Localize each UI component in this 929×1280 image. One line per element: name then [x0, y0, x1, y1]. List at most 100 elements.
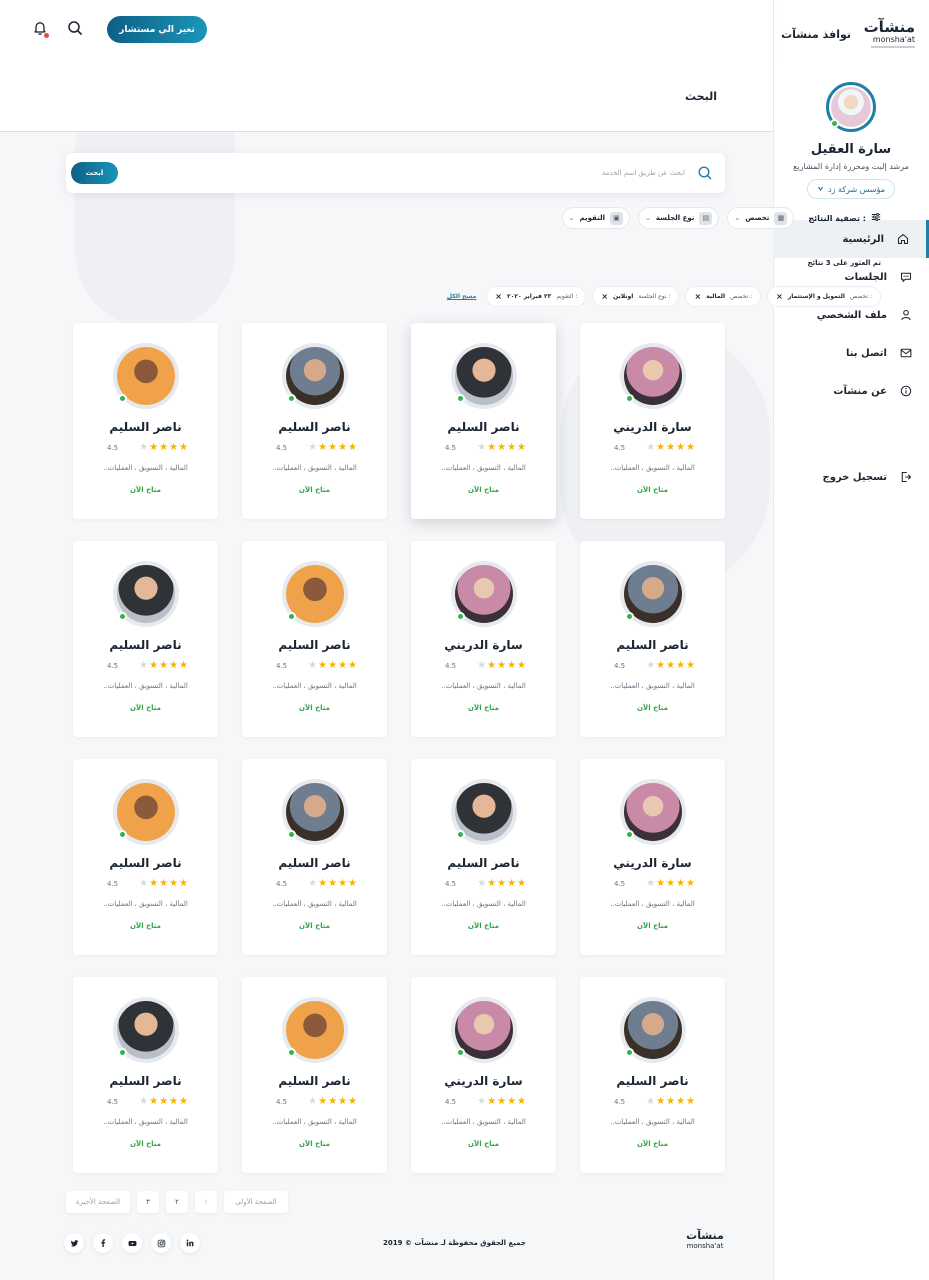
- mentor-name: سارة الدريني: [444, 638, 523, 652]
- avatar: [620, 561, 686, 627]
- mentor-card[interactable]: ناصر السليم ★ ★ ★ ★ ★ 4.5 المالية ، التسويق ، ا…: [73, 977, 218, 1173]
- star-icon: ★: [656, 1096, 666, 1107]
- page-button-2[interactable]: ٢: [166, 1191, 188, 1213]
- youtube-icon[interactable]: [122, 1233, 142, 1253]
- mentor-card[interactable]: ناصر السليم ★ ★ ★ ★ ★ 4.5 المالية ، التسويق ، ا…: [73, 759, 218, 955]
- switch-to-consultant-button[interactable]: تغير الي مستشار: [107, 16, 207, 43]
- twitter-icon[interactable]: [64, 1233, 84, 1253]
- avatar: [620, 997, 686, 1063]
- mentor-card[interactable]: ناصر السليم ★ ★ ★ ★ ★ 4.5 المالية ، التسويق ، ا…: [242, 541, 387, 737]
- mentor-card[interactable]: ناصر السليم ★ ★ ★ ★ ★ 4.5 المالية ، التسويق ، ا…: [242, 759, 387, 955]
- filter-session-type[interactable]: ▤ نوع الجلسة ⌄: [637, 207, 720, 229]
- first-page-button[interactable]: الصفحة الأولى: [224, 1191, 288, 1213]
- clear-all-filters-link[interactable]: مسح الكل: [447, 293, 476, 300]
- star-icon: ★: [676, 878, 686, 889]
- star-icon: ★: [517, 878, 526, 889]
- availability-status: متاح الآن: [299, 922, 330, 930]
- star-icon: ★: [477, 660, 487, 671]
- star-icon: ★: [169, 878, 179, 889]
- page-button-3[interactable]: ٣: [137, 1191, 159, 1213]
- star-icon: ★: [517, 660, 526, 671]
- rating-value: 4.5: [614, 1098, 626, 1106]
- mentor-card[interactable]: ناصر السليم ★ ★ ★ ★ ★ 4.5 المالية ، التسويق ، ا…: [242, 323, 387, 519]
- star-icon: ★: [656, 878, 666, 889]
- mentor-card[interactable]: ناصر السليم ★ ★ ★ ★ ★ 4.5 المالية ، التسويق ، ا…: [73, 323, 218, 519]
- logout-button[interactable]: تسجيل خروج: [773, 458, 929, 496]
- mentor-card[interactable]: سارة الدريني ★ ★ ★ ★ ★ 4.5 المالية ، التسويق ، …: [580, 759, 725, 955]
- star-icon: ★: [149, 1096, 159, 1107]
- mentor-card[interactable]: سارة الدريني ★ ★ ★ ★ ★ 4.5 المالية ، التسويق ، …: [580, 323, 725, 519]
- star-icon: ★: [646, 442, 656, 453]
- mentor-card[interactable]: سارة الدريني ★ ★ ★ ★ ★ 4.5 المالية ، التسويق ، …: [411, 977, 556, 1173]
- availability-status: متاح الآن: [299, 704, 330, 712]
- logo-arabic: منشآت: [863, 18, 915, 36]
- last-page-button[interactable]: الصفحة الأخيرة: [66, 1191, 130, 1213]
- mentor-card[interactable]: ناصر السليم ★ ★ ★ ★ ★ 4.5 المالية ، التسويق ، ا…: [411, 323, 556, 519]
- star-icon: ★: [666, 660, 676, 671]
- rating: ★ ★ ★ ★ ★ 4.5: [614, 660, 695, 672]
- profile-card: سارة العقيل مرشد إلبت ومحررة إدارة المشا…: [773, 82, 929, 199]
- close-icon[interactable]: ×: [776, 292, 783, 301]
- mail-icon: [899, 346, 913, 360]
- mentor-specialties: المالية ، التسويق ، العمليات..: [272, 1118, 357, 1126]
- star-icon: ★: [666, 878, 676, 889]
- filter-calendar[interactable]: ▣ التقويم ⌄: [561, 207, 630, 229]
- online-status-dot: [287, 830, 296, 839]
- search-input[interactable]: [205, 163, 685, 183]
- star-rating: ★ ★ ★ ★ ★: [477, 879, 526, 889]
- profile-role: مرشد إلبت ومحررة إدارة المشاريع: [793, 162, 909, 171]
- close-icon[interactable]: ×: [495, 292, 502, 301]
- online-status-dot: [625, 612, 634, 621]
- online-status-dot: [118, 394, 127, 403]
- rating-value: 4.5: [445, 880, 457, 888]
- star-icon: ★: [676, 1096, 686, 1107]
- mentor-results-grid: سارة الدريني ★ ★ ★ ★ ★ 4.5 المالية ، التسويق ، …: [73, 323, 725, 1173]
- star-icon: ★: [686, 442, 695, 453]
- company-switcher[interactable]: مؤسس شركة زد: [807, 179, 895, 199]
- star-icon: ★: [656, 660, 666, 671]
- rating-value: 4.5: [614, 880, 626, 888]
- close-icon[interactable]: ×: [694, 292, 701, 301]
- sidebar-item-contact[interactable]: اتصل بنا: [773, 334, 929, 372]
- search-toggle-button[interactable]: [65, 20, 85, 40]
- mentor-card[interactable]: ناصر السليم ★ ★ ★ ★ ★ 4.5 المالية ، التسويق ، ا…: [73, 541, 218, 737]
- star-rating: ★ ★ ★ ★ ★: [308, 1097, 357, 1107]
- avatar: [282, 343, 348, 409]
- mentor-card[interactable]: ناصر السليم ★ ★ ★ ★ ★ 4.5 المالية ، التسويق ، ا…: [242, 977, 387, 1173]
- mentor-card[interactable]: ناصر السليم ★ ★ ★ ★ ★ 4.5 المالية ، التسويق ، ا…: [411, 759, 556, 955]
- linkedin-icon[interactable]: [180, 1233, 200, 1253]
- mentor-specialties: المالية ، التسويق ، العمليات..: [103, 682, 188, 690]
- profile-avatar[interactable]: [826, 82, 876, 132]
- star-icon: ★: [328, 442, 338, 453]
- close-icon[interactable]: ×: [601, 292, 608, 301]
- star-rating: ★ ★ ★ ★ ★: [308, 879, 357, 889]
- mentor-card[interactable]: سارة الدريني ★ ★ ★ ★ ★ 4.5 المالية ، التسويق ، …: [411, 541, 556, 737]
- mentor-card[interactable]: ناصر السليم ★ ★ ★ ★ ★ 4.5 المالية ، التسويق ، ا…: [580, 977, 725, 1173]
- sidebar-item-about[interactable]: عن منشآت: [773, 372, 929, 410]
- online-status-dot: [625, 394, 634, 403]
- rating: ★ ★ ★ ★ ★ 4.5: [276, 1096, 357, 1108]
- filter-specialty[interactable]: ▦ تخصص ⌄: [727, 207, 795, 229]
- mentor-card[interactable]: ناصر السليم ★ ★ ★ ★ ★ 4.5 المالية ، التسويق ، ا…: [580, 541, 725, 737]
- mentor-specialties: المالية ، التسويق ، العمليات..: [610, 900, 695, 908]
- brand[interactable]: نوافذ منشآت منشآت monsha'at: [781, 14, 915, 54]
- online-status-dot: [118, 830, 127, 839]
- rating-value: 4.5: [614, 444, 626, 452]
- page-button-1[interactable]: ١: [195, 1191, 217, 1213]
- rating: ★ ★ ★ ★ ★ 4.5: [276, 442, 357, 454]
- logo-english: monsha'at: [686, 1242, 724, 1250]
- rating-value: 4.5: [276, 1098, 288, 1106]
- active-filters: تخصص : التمويل و الإستثمار × تخصص : الما…: [447, 286, 881, 307]
- online-status-dot: [456, 612, 465, 621]
- search-button[interactable]: ابحث: [71, 162, 118, 184]
- star-rating: ★ ★ ★ ★ ★: [139, 661, 188, 671]
- instagram-icon[interactable]: [151, 1233, 171, 1253]
- facebook-icon[interactable]: [93, 1233, 113, 1253]
- star-rating: ★ ★ ★ ★ ★: [646, 443, 695, 453]
- star-icon: ★: [686, 878, 695, 889]
- notifications-button[interactable]: [30, 20, 50, 40]
- mentor-specialties: المالية ، التسويق ، العمليات..: [103, 464, 188, 472]
- mentor-specialties: المالية ، التسويق ، العمليات..: [441, 900, 526, 908]
- filter-pill-label: نوع الجلسة: [655, 214, 695, 222]
- star-rating: ★ ★ ★ ★ ★: [139, 443, 188, 453]
